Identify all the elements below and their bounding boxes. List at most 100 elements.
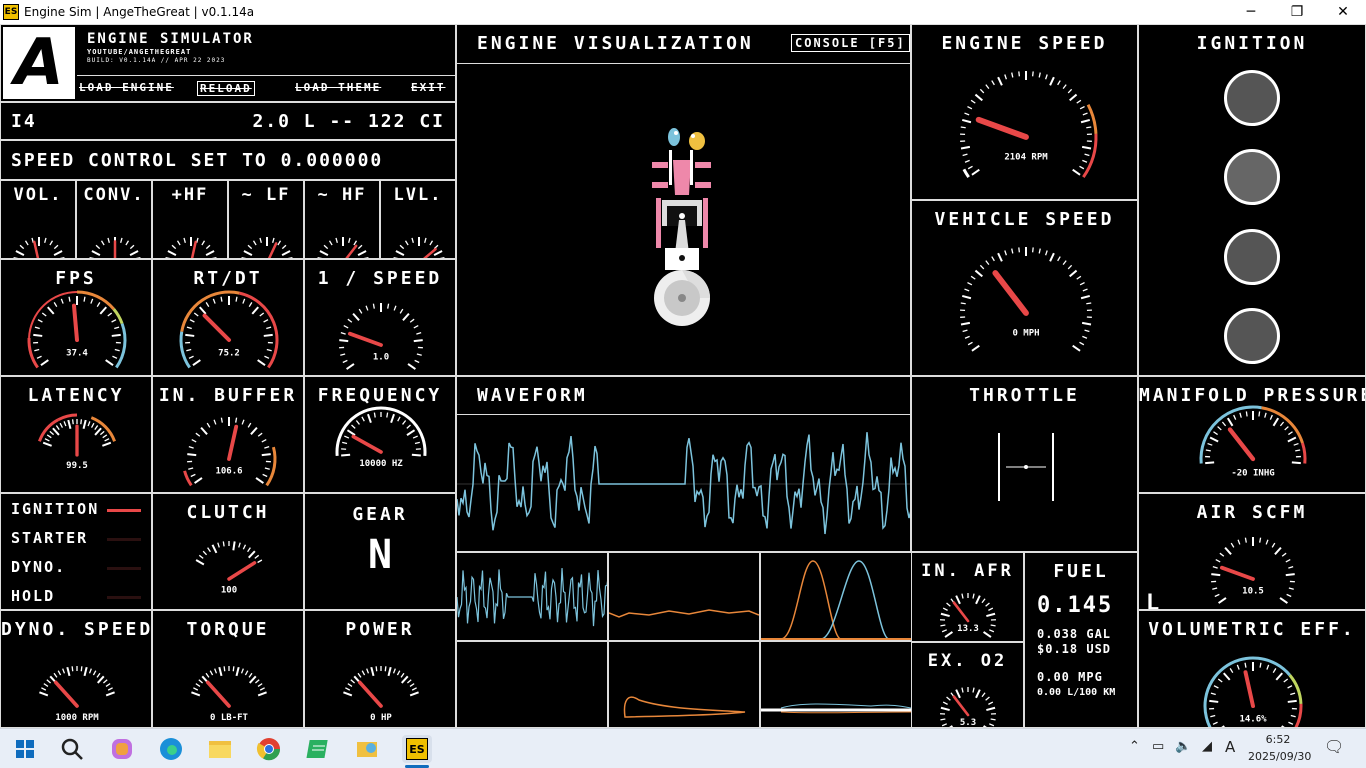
toggle-starter[interactable]: STARTER bbox=[11, 529, 146, 551]
menu-load-theme[interactable]: LOAD THEME bbox=[295, 81, 381, 94]
torque-gauge-dial: 0 LB-FT bbox=[191, 666, 267, 723]
air-scfm-gauge-dial: 10.5 bbox=[1211, 537, 1295, 604]
engine-speed-gauge-dial-needle bbox=[975, 116, 1029, 140]
toggle-label: HOLD bbox=[11, 587, 56, 605]
vehicle-speed-gauge: VEHICLE SPEED 0 MPH bbox=[911, 200, 1138, 376]
throttle-panel: THROTTLE bbox=[911, 376, 1138, 552]
gear-panel: GEAR N bbox=[304, 493, 456, 610]
exhaust-o2-gauge-dial-value: 5.3 bbox=[960, 718, 976, 728]
volumetric-eff-gauge-dial: 14.6% bbox=[1203, 656, 1303, 727]
fuel-title: FUEL bbox=[1053, 561, 1109, 582]
power-gauge-dial-needle bbox=[357, 680, 383, 708]
power-gauge: POWER 0 HP bbox=[304, 610, 456, 728]
sim-speed-gauge-dial-needle bbox=[347, 331, 383, 347]
fps-gauge-dial-needle bbox=[71, 303, 79, 342]
dyno-speed-gauge: DYNO. SPEED 1000 RPM bbox=[0, 610, 152, 728]
minimize-icon[interactable]: ─ bbox=[1228, 0, 1274, 24]
intake-afr-gauge: IN. AFR 13.3 bbox=[911, 552, 1024, 642]
network-icon[interactable]: ◢ bbox=[1202, 739, 1212, 754]
small-gauge-3: ~ LF 100 bbox=[228, 180, 304, 259]
rtdt-gauge-dial-needle bbox=[202, 313, 231, 342]
throttle-indicator bbox=[998, 433, 1054, 501]
menu-exit[interactable]: EXIT bbox=[411, 81, 446, 94]
logo: A bbox=[3, 26, 75, 100]
plot-pressure bbox=[608, 552, 760, 641]
intake-afr-gauge-dial-value: 13.3 bbox=[957, 624, 979, 634]
waveform-panel: WAVEFORM bbox=[456, 376, 911, 552]
dyno-speed-gauge-dial-needle bbox=[53, 680, 79, 708]
volumetric-eff-gauge: VOLUMETRIC EFF. 14.6% bbox=[1138, 610, 1366, 728]
notification-icon[interactable]: 🗨 bbox=[1324, 737, 1344, 756]
manifold-pressure-gauge: MANIFOLD PRESSURE -20 INHG bbox=[1138, 376, 1366, 493]
sim-speed-gauge: 1 / SPEED 1.0 bbox=[304, 259, 456, 376]
engine-cylinder-drawing bbox=[652, 128, 711, 326]
build-label: BUILD: V0.1.14A // APR 22 2023 bbox=[87, 57, 226, 64]
waveform-title: WAVEFORM bbox=[477, 385, 588, 406]
frequency-gauge-dial-needle bbox=[351, 434, 383, 454]
input-buffer-gauge-dial-value: 106.6 bbox=[215, 467, 242, 477]
window-title: Engine Sim | AngeTheGreat | v0.1.14a bbox=[24, 5, 255, 19]
battery-icon[interactable]: ▭ bbox=[1152, 739, 1164, 754]
ignition-title: IGNITION bbox=[1196, 33, 1308, 54]
ignition-panel: IGNITION bbox=[1138, 24, 1366, 376]
close-icon[interactable]: ✕ bbox=[1320, 0, 1366, 24]
toggle-hold[interactable]: HOLD bbox=[11, 587, 146, 609]
rtdt-gauge-dial-value: 75.2 bbox=[218, 348, 240, 358]
fuel-panel: FUEL 0.145 0.038 GAL $0.18 USD 0.00 MPG … bbox=[1024, 552, 1138, 728]
notepad-icon[interactable] bbox=[304, 735, 334, 763]
engine-sim-app-icon: ES bbox=[3, 4, 19, 20]
engine-speed-gauge: ENGINE SPEED 2104 RPM bbox=[911, 24, 1138, 200]
air-scfm-gauge: AIR SCFM 10.5 bbox=[1138, 493, 1366, 610]
windows-start-icon[interactable] bbox=[10, 735, 40, 763]
air-scfm-gauge-dial-needle bbox=[1219, 565, 1255, 581]
search-icon[interactable] bbox=[57, 735, 87, 763]
small-gauge-dial-4-needle bbox=[345, 244, 358, 258]
clock-time[interactable]: 6:52 bbox=[1248, 733, 1308, 746]
engine-sim-icon[interactable]: ES bbox=[402, 735, 432, 763]
small-gauge-dial-2: 100 bbox=[165, 237, 217, 258]
exhaust-o2-gauge-dial-needle bbox=[952, 695, 970, 717]
toggle-ignition[interactable]: IGNITION bbox=[11, 500, 146, 522]
small-gauge-dial-0: 100 bbox=[13, 237, 65, 258]
frequency-gauge-dial-value: 10000 HZ bbox=[359, 459, 403, 469]
console-button[interactable]: CONSOLE [F5] bbox=[791, 34, 910, 52]
cylinder-4-indicator bbox=[1224, 308, 1280, 364]
app-name: ENGINE SIMULATOR bbox=[87, 31, 254, 47]
restore-icon[interactable]: ❐ bbox=[1274, 0, 1320, 24]
volume-icon[interactable]: 🔈 bbox=[1175, 739, 1191, 754]
edge-icon[interactable] bbox=[156, 735, 186, 763]
clutch-gauge: CLUTCH 100 bbox=[152, 493, 304, 610]
cylinder-2-indicator bbox=[1224, 149, 1280, 205]
file-explorer-icon[interactable] bbox=[205, 735, 235, 763]
fps-gauge-dial: 37.4 bbox=[27, 290, 127, 369]
engine-visualization-panel: ENGINE VISUALIZATION CONSOLE [F5] bbox=[456, 24, 911, 376]
toggle-indicator bbox=[107, 596, 141, 599]
menu-reload[interactable]: RELOAD bbox=[197, 81, 255, 96]
intake-afr-gauge-dial: 13.3 bbox=[939, 593, 997, 638]
plot-distribution bbox=[760, 552, 912, 641]
chevron-up-icon[interactable]: ⌃ bbox=[1129, 739, 1140, 754]
fuel-mpg: 0.00 MPG bbox=[1037, 670, 1103, 684]
vehicle-speed-gauge-dial-needle bbox=[992, 270, 1029, 316]
engine-speed-gauge-dial: 2104 RPM bbox=[960, 71, 1098, 179]
small-gauge-dial-1: 100 bbox=[89, 237, 141, 258]
clock-date[interactable]: 2025/09/30 bbox=[1248, 750, 1311, 763]
exhaust-o2-gauge-dial: 5.3 bbox=[939, 687, 997, 728]
displacement: 2.0 L -- 122 CI bbox=[252, 111, 445, 132]
menu-load-engine[interactable]: LOAD ENGINE bbox=[79, 81, 174, 94]
copilot-icon[interactable] bbox=[107, 735, 137, 763]
manifold-pressure-gauge-dial-value: -20 INHG bbox=[1231, 469, 1274, 479]
dyno-speed-gauge-dial-value: 1000 RPM bbox=[55, 713, 99, 723]
input-language[interactable]: A bbox=[1225, 738, 1235, 756]
toggle-dyno[interactable]: DYNO. bbox=[11, 558, 146, 580]
power-gauge-dial: 0 HP bbox=[343, 666, 419, 723]
image-viewer-icon[interactable] bbox=[353, 735, 383, 763]
input-buffer-gauge: IN. BUFFER 106.6 bbox=[152, 376, 304, 493]
window-titlebar: ES Engine Sim | AngeTheGreat | v0.1.14a … bbox=[0, 0, 1366, 24]
chrome-icon[interactable] bbox=[254, 735, 284, 763]
toggle-indicator bbox=[107, 509, 141, 512]
input-buffer-gauge-dial: 106.6 bbox=[183, 417, 277, 487]
torque-gauge-dial-value: 0 LB-FT bbox=[210, 713, 249, 723]
plot-cylinder-waveform bbox=[456, 552, 608, 641]
windows-taskbar: ES ⌃ ▭ 🔈 ◢ A 6:52 2025/09/30 🗨 bbox=[0, 728, 1366, 768]
